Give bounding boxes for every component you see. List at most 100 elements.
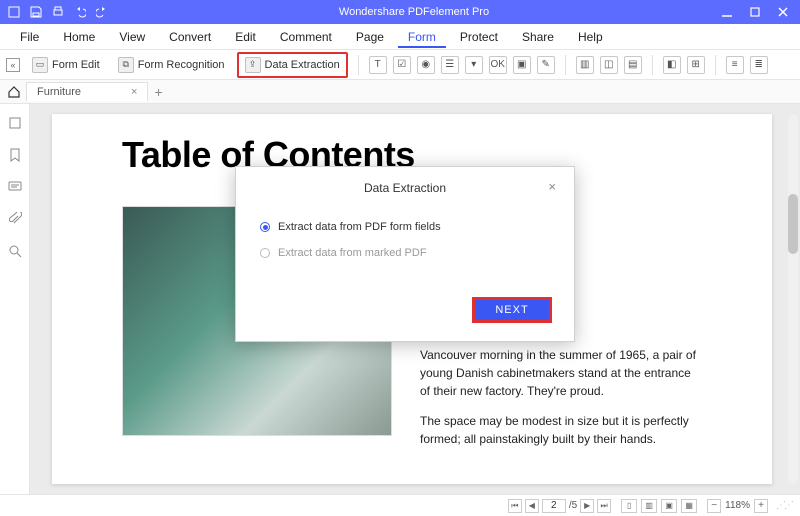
- thumbnails-icon[interactable]: [6, 114, 24, 132]
- radio-option-form-fields[interactable]: Extract data from PDF form fields: [260, 221, 556, 233]
- tool-icon-e[interactable]: ⊞: [687, 56, 705, 74]
- minimize-button[interactable]: [718, 4, 736, 20]
- first-page-button[interactable]: ⏮: [508, 499, 522, 513]
- home-tab-icon[interactable]: [6, 84, 22, 100]
- menu-comment[interactable]: Comment: [270, 26, 342, 48]
- dialog-options: Extract data from PDF form fields Extrac…: [260, 221, 556, 259]
- tab-close-icon[interactable]: ×: [131, 86, 137, 98]
- form-recognition-icon: ⧉: [118, 57, 134, 73]
- text-field-icon[interactable]: T: [369, 56, 387, 74]
- resize-grip-icon[interactable]: ⋰⋰: [776, 500, 792, 511]
- zoom-in-button[interactable]: +: [754, 499, 768, 513]
- tool-icon-d[interactable]: ◧: [663, 56, 681, 74]
- dialog-close-icon[interactable]: ×: [548, 179, 556, 194]
- single-page-view-icon[interactable]: ▯: [621, 499, 637, 513]
- status-bar: ⏮ ◀ /5 ▶ ⏭ ▯ ▥ ▣ ▦ − 118% + ⋰⋰: [0, 494, 800, 516]
- button-field-icon[interactable]: OK: [489, 56, 507, 74]
- form-align-tools: ▥ ◫ ▤: [576, 56, 642, 74]
- new-tab-button[interactable]: +: [154, 84, 162, 100]
- form-edit-button[interactable]: ▭ Form Edit: [26, 54, 106, 76]
- toolbar-separator-3: [652, 55, 653, 75]
- data-extraction-dialog: Data Extraction × Extract data from PDF …: [235, 166, 575, 342]
- toolbar-separator-2: [565, 55, 566, 75]
- app-logo-icon: [6, 4, 22, 20]
- view-mode-group: ▯ ▥ ▣ ▦: [621, 499, 697, 513]
- prev-page-button[interactable]: ◀: [525, 499, 539, 513]
- signature-field-icon[interactable]: ✎: [537, 56, 555, 74]
- attachments-icon[interactable]: [6, 210, 24, 228]
- last-page-button[interactable]: ⏭: [597, 499, 611, 513]
- menu-page[interactable]: Page: [346, 26, 394, 48]
- print-icon[interactable]: [50, 4, 66, 20]
- vertical-scrollbar[interactable]: [788, 114, 798, 484]
- form-recognition-label: Form Recognition: [138, 59, 225, 71]
- radio-label-1: Extract data from PDF form fields: [278, 221, 441, 233]
- paragraph-2: The space may be modest in size but it i…: [420, 412, 702, 448]
- form-edit-label: Form Edit: [52, 59, 100, 71]
- paragraph-1: Vancouver morning in the summer of 1965,…: [420, 346, 702, 400]
- image-field-icon[interactable]: ▣: [513, 56, 531, 74]
- form-toolbar: « ▭ Form Edit ⧉ Form Recognition ⇪ Data …: [0, 50, 800, 80]
- toolbar-separator: [358, 55, 359, 75]
- document-tab[interactable]: Furniture ×: [26, 82, 148, 101]
- form-field-tools: T ☑ ◉ ☰ ▾ OK ▣ ✎: [369, 56, 555, 74]
- current-page-input[interactable]: [542, 499, 566, 513]
- zoom-out-button[interactable]: −: [707, 499, 721, 513]
- radio-field-icon[interactable]: ◉: [417, 56, 435, 74]
- zoom-controls: − 118% +: [707, 499, 768, 513]
- window-title: Wondershare PDFelement Pro: [110, 6, 718, 18]
- collapse-toolbar-button[interactable]: «: [6, 58, 20, 72]
- menu-edit[interactable]: Edit: [225, 26, 266, 48]
- tool-icon-b[interactable]: ◫: [600, 56, 618, 74]
- menu-help[interactable]: Help: [568, 26, 613, 48]
- bookmarks-icon[interactable]: [6, 146, 24, 164]
- next-page-button[interactable]: ▶: [580, 499, 594, 513]
- radio-option-marked-pdf[interactable]: Extract data from marked PDF: [260, 247, 556, 259]
- save-icon[interactable]: [28, 4, 44, 20]
- menu-file[interactable]: File: [10, 26, 49, 48]
- radio-label-2: Extract data from marked PDF: [278, 247, 427, 259]
- tool-icon-g[interactable]: ≣: [750, 56, 768, 74]
- redo-icon[interactable]: [94, 4, 110, 20]
- form-edit-icon: ▭: [32, 57, 48, 73]
- menu-form[interactable]: Form: [398, 26, 446, 48]
- total-pages-label: /5: [569, 500, 577, 511]
- data-extraction-button[interactable]: ⇪ Data Extraction: [237, 52, 348, 78]
- toolbar-separator-4: [715, 55, 716, 75]
- dropdown-field-icon[interactable]: ▾: [465, 56, 483, 74]
- titlebar-left-icons: [0, 4, 110, 20]
- checkbox-field-icon[interactable]: ☑: [393, 56, 411, 74]
- menu-protect[interactable]: Protect: [450, 26, 508, 48]
- menu-home[interactable]: Home: [53, 26, 105, 48]
- tool-icon-f[interactable]: ≡: [726, 56, 744, 74]
- dialog-header: Data Extraction ×: [254, 181, 556, 195]
- form-extra-tools: ≡ ≣: [726, 56, 768, 74]
- close-button[interactable]: [774, 4, 792, 20]
- two-page-continuous-icon[interactable]: ▦: [681, 499, 697, 513]
- menu-convert[interactable]: Convert: [159, 26, 221, 48]
- window-controls: [718, 4, 800, 20]
- form-recognition-button[interactable]: ⧉ Form Recognition: [112, 54, 231, 76]
- zoom-level-label: 118%: [725, 500, 750, 511]
- page-navigator: ⏮ ◀ /5 ▶ ⏭: [508, 499, 611, 513]
- dialog-title: Data Extraction: [364, 181, 446, 195]
- undo-icon[interactable]: [72, 4, 88, 20]
- radio-icon: [260, 248, 270, 258]
- document-tab-bar: Furniture × +: [0, 80, 800, 104]
- two-page-view-icon[interactable]: ▣: [661, 499, 677, 513]
- radio-icon: [260, 222, 270, 232]
- next-button[interactable]: NEXT: [472, 297, 552, 323]
- comments-icon[interactable]: [6, 178, 24, 196]
- maximize-button[interactable]: [746, 4, 764, 20]
- search-panel-icon[interactable]: [6, 242, 24, 260]
- menu-view[interactable]: View: [109, 26, 155, 48]
- tab-label: Furniture: [37, 86, 81, 98]
- tool-icon-c[interactable]: ▤: [624, 56, 642, 74]
- continuous-view-icon[interactable]: ▥: [641, 499, 657, 513]
- tool-icon-a[interactable]: ▥: [576, 56, 594, 74]
- next-button-label: NEXT: [495, 304, 528, 316]
- menu-share[interactable]: Share: [512, 26, 564, 48]
- listbox-field-icon[interactable]: ☰: [441, 56, 459, 74]
- left-sidebar: [0, 104, 30, 494]
- scrollbar-thumb[interactable]: [788, 194, 798, 254]
